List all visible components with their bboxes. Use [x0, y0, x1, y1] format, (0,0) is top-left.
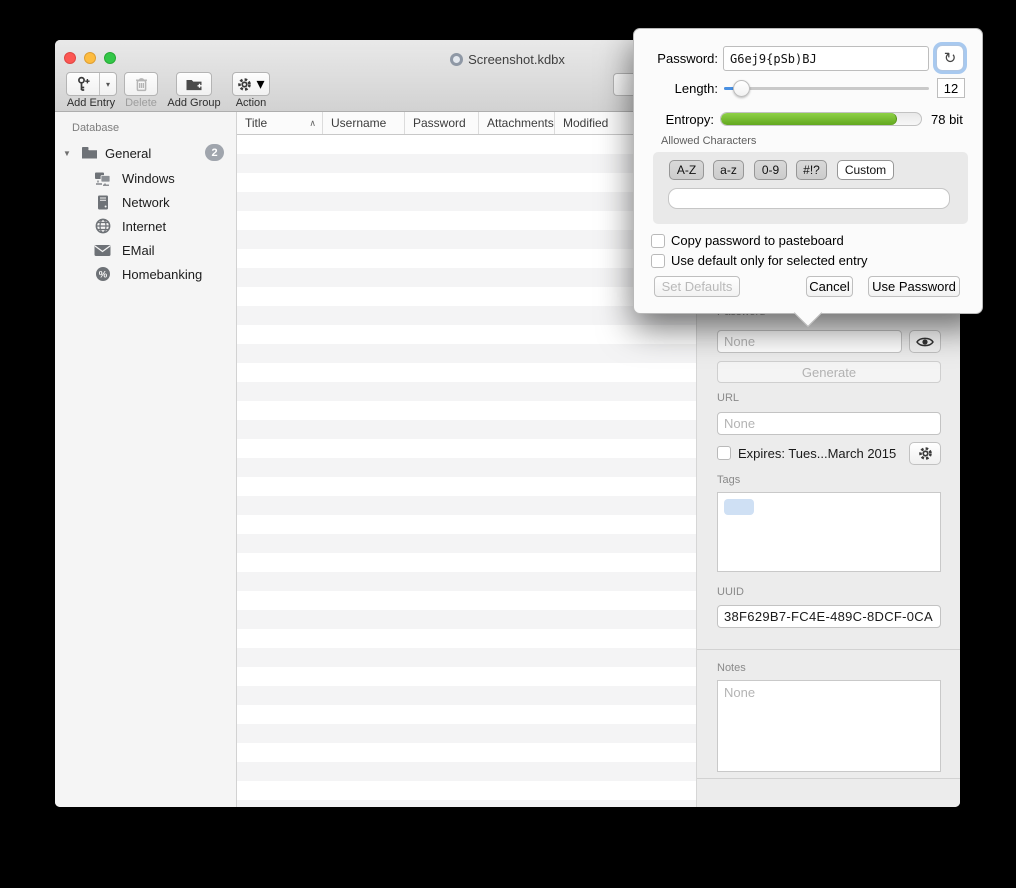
sidebar-item-label: EMail	[122, 243, 155, 258]
sidebar-item-homebanking[interactable]: % Homebanking	[55, 264, 236, 284]
inspector-divider	[697, 649, 960, 650]
gear-icon	[918, 446, 933, 461]
entropy-meter	[720, 112, 922, 126]
add-entry-label: Add Entry	[67, 97, 115, 109]
screen: Screenshot.kdbx ▾ Add Entry	[0, 0, 1016, 888]
entry-count-badge: 2	[205, 144, 224, 161]
tags-field[interactable]	[717, 492, 941, 572]
charset-lowercase-toggle[interactable]: a-z	[713, 160, 744, 180]
default-for-entry-checkbox[interactable]	[651, 254, 665, 268]
url-field[interactable]	[717, 412, 941, 435]
folder-icon	[81, 145, 98, 162]
length-slider-knob[interactable]	[733, 80, 750, 97]
password-field[interactable]	[717, 330, 902, 353]
entropy-value: 78 bit	[931, 112, 963, 127]
column-header-username[interactable]: Username	[323, 112, 405, 134]
entropy-label: Entropy:	[634, 112, 714, 127]
percent-icon: %	[94, 266, 111, 283]
sidebar-item-label: Internet	[122, 219, 166, 234]
svg-text:%: %	[98, 269, 107, 280]
charset-custom-toggle[interactable]: Custom	[837, 160, 894, 180]
action-label: Action	[236, 97, 267, 109]
add-entry-button[interactable]: ▾	[66, 72, 117, 96]
charset-symbols-toggle[interactable]: #!?	[796, 160, 827, 180]
add-group-label: Add Group	[167, 97, 220, 109]
custom-characters-field[interactable]	[668, 188, 950, 209]
group-sidebar: Database ▼ General 2	[55, 112, 237, 807]
notes-field[interactable]	[717, 680, 941, 772]
sidebar-section-header: Database	[72, 122, 119, 134]
expiry-date-options-button[interactable]	[909, 442, 941, 465]
expires-label: Expires: Tues...March 2015	[738, 446, 896, 461]
chevron-down-icon[interactable]: ▾	[100, 73, 116, 95]
uuid-field[interactable]	[717, 605, 941, 628]
length-label: Length:	[634, 81, 718, 96]
sidebar-item-label: Network	[122, 195, 170, 210]
entry-table-body[interactable]	[237, 135, 696, 807]
copy-to-pasteboard-row: Copy password to pasteboard	[651, 233, 844, 248]
cancel-button[interactable]: Cancel	[806, 276, 853, 297]
length-slider[interactable]	[724, 87, 929, 90]
use-password-button[interactable]: Use Password	[868, 276, 960, 297]
column-header-attachments[interactable]: Attachments	[479, 112, 555, 134]
document-proxy-icon	[450, 53, 463, 66]
key-plus-icon	[75, 76, 91, 92]
generated-password-field[interactable]	[723, 46, 929, 71]
regenerate-password-button[interactable]: ↻	[936, 45, 964, 71]
add-group-button[interactable]	[176, 72, 212, 96]
delete-label: Delete	[125, 97, 157, 109]
sidebar-item-network[interactable]: Network	[55, 192, 236, 212]
set-defaults-button[interactable]: Set Defaults	[654, 276, 740, 297]
notes-section-label: Notes	[717, 662, 746, 674]
password-generator-popover: Password: ↻ Length: 12 Entropy: 78 bit A…	[633, 28, 983, 314]
column-header-password[interactable]: Password	[405, 112, 479, 134]
length-value-field[interactable]: 12	[937, 78, 965, 98]
globe-icon	[94, 218, 111, 235]
window-title: Screenshot.kdbx	[468, 52, 565, 67]
allowed-characters-groupbox: A-Z a-z 0-9 #!? Custom	[653, 152, 968, 224]
delete-button[interactable]	[124, 72, 158, 96]
tag-token[interactable]	[724, 499, 754, 515]
sidebar-item-label: Windows	[122, 171, 175, 186]
entry-table-header: Title ∧ Username Password Attachments Mo…	[237, 112, 696, 135]
computers-icon	[94, 170, 111, 187]
tags-section-label: Tags	[717, 474, 740, 486]
generated-password-label: Password:	[634, 51, 718, 66]
expires-checkbox[interactable]	[717, 446, 731, 460]
sidebar-item-label: General	[105, 146, 151, 161]
copy-to-pasteboard-checkbox[interactable]	[651, 234, 665, 248]
action-button[interactable]: ▾	[232, 72, 270, 96]
chevron-down-icon: ▾	[256, 74, 264, 94]
column-header-title[interactable]: Title ∧	[237, 112, 323, 134]
entry-table: Title ∧ Username Password Attachments Mo…	[237, 112, 696, 807]
sidebar-item-internet[interactable]: Internet	[55, 216, 236, 236]
copy-to-pasteboard-label: Copy password to pasteboard	[671, 233, 844, 248]
sort-ascending-icon: ∧	[309, 118, 316, 129]
url-section-label: URL	[717, 392, 739, 404]
sidebar-item-email[interactable]: EMail	[55, 240, 236, 260]
default-for-entry-row: Use default only for selected entry	[651, 253, 868, 268]
server-icon	[94, 194, 111, 211]
entropy-meter-fill	[721, 113, 897, 125]
sidebar-item-general[interactable]: ▼ General 2	[55, 143, 236, 163]
trash-icon	[134, 76, 149, 92]
refresh-icon: ↻	[944, 49, 957, 67]
eye-icon	[916, 336, 934, 348]
reveal-password-button[interactable]	[909, 330, 941, 353]
inspector-divider	[697, 778, 960, 779]
envelope-icon	[94, 242, 111, 259]
charset-uppercase-toggle[interactable]: A-Z	[669, 160, 704, 180]
folder-plus-icon	[185, 77, 203, 92]
uuid-section-label: UUID	[717, 586, 744, 598]
sidebar-item-label: Homebanking	[122, 267, 202, 282]
charset-digits-toggle[interactable]: 0-9	[754, 160, 787, 180]
allowed-characters-label: Allowed Characters	[661, 135, 756, 147]
default-for-entry-label: Use default only for selected entry	[671, 253, 868, 268]
sidebar-item-windows[interactable]: Windows	[55, 168, 236, 188]
disclosure-triangle-icon[interactable]: ▼	[63, 149, 71, 158]
gear-icon	[237, 77, 252, 92]
generate-password-button[interactable]: Generate	[717, 361, 941, 383]
